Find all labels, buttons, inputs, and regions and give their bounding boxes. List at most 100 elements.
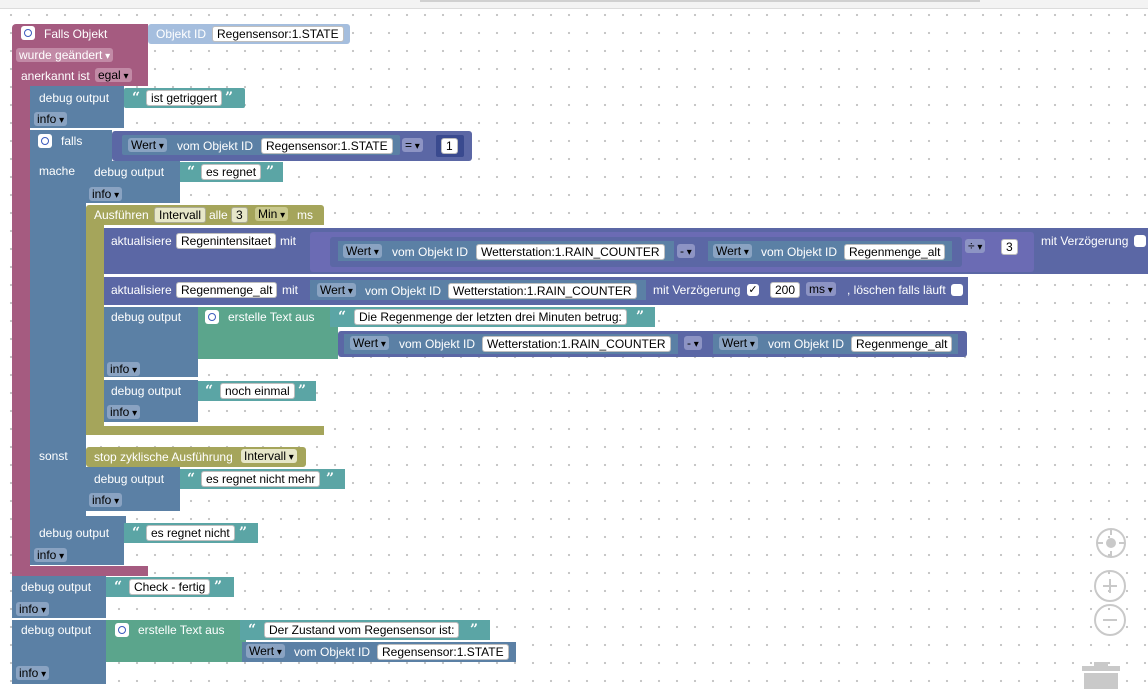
quote-close-icon: ” (298, 383, 307, 399)
if-block-spine (30, 168, 86, 516)
wert-dropdown[interactable]: Wert (350, 336, 389, 350)
wert-dropdown[interactable]: Wert (343, 244, 382, 258)
vom-label: vom Objekt ID (177, 139, 254, 153)
update-label: aktualisiere (111, 234, 172, 248)
update-target-field[interactable]: Regenintensitaet (176, 233, 277, 249)
debug-label: debug output (39, 526, 110, 540)
mache-label: mache (39, 164, 76, 178)
top-toolbar-edge (0, 0, 1148, 9)
quote-open-icon: “ (248, 622, 257, 638)
wert-dropdown[interactable]: Wert (246, 644, 285, 658)
debug-level-dropdown[interactable]: info (34, 112, 68, 126)
update-target-field[interactable]: Regenmenge_alt (176, 282, 278, 298)
wert-dropdown[interactable]: Wert (128, 138, 167, 152)
debug-label: debug output (94, 472, 165, 486)
vom-label: vom Objekt ID (392, 245, 469, 259)
debug-level-dropdown[interactable]: info (107, 405, 141, 419)
operator-dropdown[interactable]: = (402, 138, 423, 152)
divide-operator-dropdown[interactable]: ÷ (965, 239, 986, 253)
debug-level-dropdown[interactable]: info (34, 548, 68, 562)
ack-label: anerkannt ist (21, 69, 90, 83)
quote-close-icon: ” (214, 579, 223, 595)
create-text-label: erstelle Text aus (138, 623, 225, 637)
interval-unit-dropdown[interactable]: Min (255, 207, 289, 221)
obj-field[interactable]: Regenmenge_alt (844, 244, 946, 260)
number-field[interactable]: 1 (441, 138, 458, 154)
alle-label: alle (209, 208, 228, 222)
vom-label: vom Objekt ID (294, 645, 371, 659)
gear-icon[interactable] (205, 310, 219, 324)
quote-open-icon: “ (132, 90, 141, 106)
quote-open-icon: “ (205, 383, 214, 399)
divisor-field[interactable]: 3 (1001, 239, 1018, 255)
quote-close-icon: ” (239, 525, 248, 541)
objid-field[interactable]: Regensensor:1.STATE (212, 26, 344, 42)
debug-label: debug output (111, 310, 182, 324)
debug-level-dropdown[interactable]: info (16, 666, 50, 680)
obj-field[interactable]: Wetterstation:1.RAIN_COUNTER (482, 336, 671, 352)
debug-label: debug output (94, 165, 165, 179)
string-field[interactable]: ist getriggert (146, 90, 223, 106)
center-icon[interactable] (1096, 528, 1126, 558)
interval-block-foot (86, 426, 324, 435)
interval-block-spine (86, 225, 104, 427)
obj-field[interactable]: Wetterstation:1.RAIN_COUNTER (476, 244, 665, 260)
delay-unit-dropdown[interactable]: ms (806, 282, 836, 296)
clear-checkbox[interactable] (951, 284, 963, 296)
delay-checkbox[interactable]: ✓ (747, 284, 759, 296)
debug-label: debug output (21, 623, 92, 637)
quote-open-icon: “ (187, 471, 196, 487)
gear-icon[interactable] (21, 26, 35, 40)
delay-value-field[interactable]: 200 (770, 282, 801, 298)
string-field[interactable]: es regnet nicht mehr (201, 471, 321, 487)
quote-open-icon: “ (132, 525, 141, 541)
zoom-out-icon[interactable] (1094, 604, 1126, 636)
obj-field[interactable]: Regenmenge_alt (851, 336, 953, 352)
string-field[interactable]: Die Regenmenge der letzten drei Minuten … (354, 309, 627, 325)
falls-label: falls (61, 134, 83, 148)
trigger-changed-dropdown[interactable]: wurde geändert (16, 48, 114, 62)
sonst-label: sonst (39, 449, 68, 463)
vom-label: vom Objekt ID (768, 337, 845, 351)
obj-field[interactable]: Wetterstation:1.RAIN_COUNTER (448, 283, 637, 299)
interval-value-field[interactable]: 3 (231, 207, 248, 223)
trigger-block-foot (12, 566, 148, 576)
trash-icon[interactable] (1080, 660, 1122, 689)
trigger-title: Falls Objekt (44, 27, 108, 41)
vom-label: vom Objekt ID (761, 245, 838, 259)
string-field[interactable]: es regnet nicht (146, 525, 235, 541)
string-field[interactable]: es regnet (201, 164, 262, 180)
cond-obj-field[interactable]: Regensensor:1.STATE (261, 138, 393, 154)
quote-open-icon: “ (187, 164, 196, 180)
stop-interval-label: stop zyklische Ausführung (94, 450, 233, 464)
wert-dropdown[interactable]: Wert (713, 244, 752, 258)
mit-label: mit (280, 234, 296, 248)
string-field[interactable]: Check - fertig (129, 579, 211, 595)
stop-interval-dropdown[interactable]: Intervall (241, 449, 297, 463)
debug-level-dropdown[interactable]: info (107, 362, 141, 376)
trigger-block-spine (12, 86, 30, 570)
gear-icon[interactable] (38, 134, 52, 148)
wert-dropdown[interactable]: Wert (719, 336, 758, 350)
debug-level-dropdown[interactable]: info (89, 187, 123, 201)
update-label: aktualisiere (111, 283, 172, 297)
minus-operator-dropdown[interactable]: - (677, 244, 695, 258)
interval-name-field[interactable]: Intervall (154, 207, 207, 223)
gear-icon[interactable] (115, 623, 129, 637)
quote-open-icon: “ (114, 579, 123, 595)
obj-field[interactable]: Regensensor:1.STATE (377, 644, 509, 660)
debug-level-dropdown[interactable]: info (16, 602, 50, 616)
ack-dropdown[interactable]: egal (95, 68, 132, 82)
zoom-in-icon[interactable] (1094, 570, 1126, 602)
wert-dropdown[interactable]: Wert (317, 283, 356, 297)
delay-checkbox[interactable] (1134, 235, 1146, 247)
quote-close-icon: ” (326, 471, 335, 487)
quote-close-icon: ” (266, 164, 275, 180)
string-field[interactable]: noch einmal (220, 383, 295, 399)
string-field[interactable]: Der Zustand vom Regensensor ist: (264, 622, 460, 638)
debug-level-dropdown[interactable]: info (89, 493, 123, 507)
delay-label: mit Verzögerung (1041, 234, 1129, 248)
minus-operator-dropdown[interactable]: - (684, 336, 702, 350)
quote-close-icon: ” (225, 90, 234, 106)
debug-label: debug output (21, 580, 92, 594)
